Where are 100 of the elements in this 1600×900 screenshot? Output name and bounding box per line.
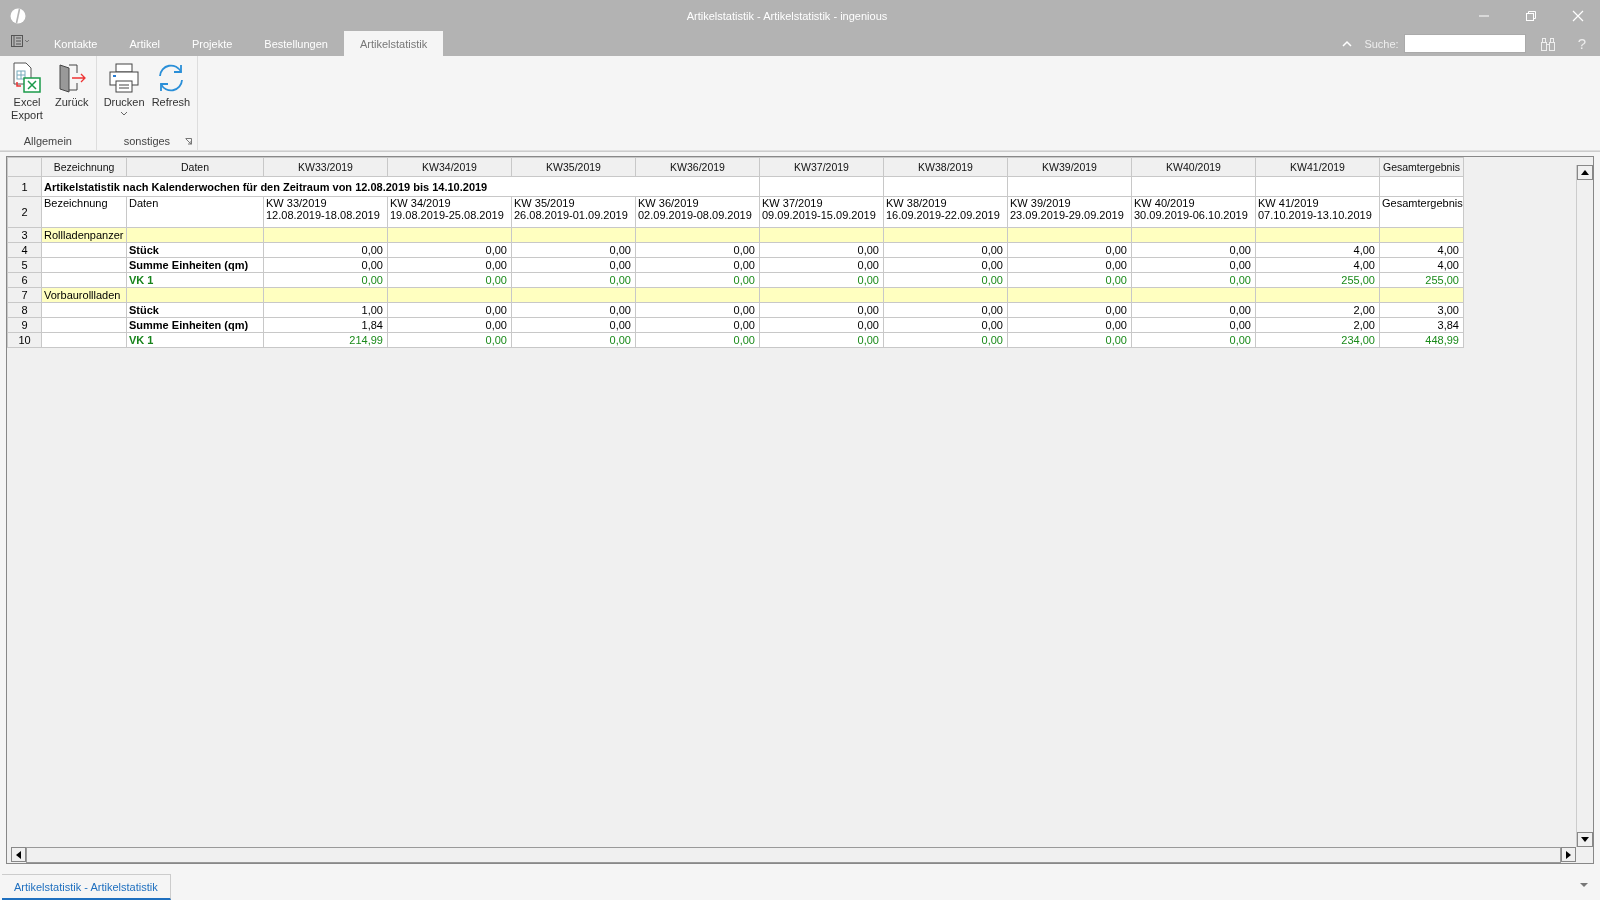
table-cell: 0,00 bbox=[387, 242, 512, 258]
column-header[interactable]: Daten bbox=[126, 157, 264, 177]
column-header[interactable]: KW33/2019 bbox=[263, 157, 388, 177]
table-cell: 0,00 bbox=[635, 257, 760, 273]
menu-tab[interactable]: Artikelstatistik bbox=[343, 31, 444, 56]
table-cell: 0,00 bbox=[883, 257, 1008, 273]
collapse-ribbon-icon[interactable] bbox=[1342, 39, 1353, 48]
ribbon-button[interactable]: Drucken bbox=[99, 60, 148, 118]
table-cell: 214,99 bbox=[263, 332, 388, 348]
table-cell: 0,00 bbox=[1131, 242, 1256, 258]
tab-list-caret-icon[interactable] bbox=[1580, 883, 1588, 888]
row-number: 2 bbox=[7, 196, 42, 228]
scroll-right-button[interactable] bbox=[1561, 847, 1576, 862]
ribbon-group-label: Allgemein bbox=[23, 135, 72, 147]
app-logo-icon bbox=[10, 7, 26, 24]
table-cell: 0,00 bbox=[759, 332, 884, 348]
table-cell: 0,00 bbox=[511, 272, 636, 288]
column-header[interactable]: KW37/2019 bbox=[759, 157, 884, 177]
table-cell: KW 34/2019 19.08.2019-25.08.2019 bbox=[387, 196, 512, 228]
table-cell: KW 40/2019 30.09.2019-06.10.2019 bbox=[1131, 196, 1256, 228]
excel-export-icon bbox=[11, 62, 43, 94]
column-header[interactable]: KW34/2019 bbox=[387, 157, 512, 177]
search-field[interactable] bbox=[1403, 34, 1526, 53]
table-cell: 0,00 bbox=[1131, 317, 1256, 333]
table-cell: 0,00 bbox=[387, 272, 512, 288]
table-cell: 0,00 bbox=[263, 242, 388, 258]
column-header[interactable]: KW41/2019 bbox=[1255, 157, 1380, 177]
table-cell: 4,00 bbox=[1255, 242, 1380, 258]
table-cell: 448,99 bbox=[1379, 332, 1464, 348]
table-cell: 0,00 bbox=[883, 242, 1008, 258]
table-cell: 0,00 bbox=[387, 302, 512, 318]
table-cell: 0,00 bbox=[635, 242, 760, 258]
table-cell: Daten bbox=[126, 196, 264, 228]
table-cell: 0,00 bbox=[635, 272, 760, 288]
window-title: Artikelstatistik - Artikelstatistik - ingenious bbox=[685, 9, 889, 22]
table-cell: 0,00 bbox=[1131, 302, 1256, 318]
up-arrow-icon bbox=[1581, 170, 1589, 175]
table-cell: Gesamtergebnis bbox=[1379, 196, 1464, 228]
table-cell: 0,00 bbox=[1007, 302, 1132, 318]
table-cell: KW 35/2019 26.08.2019-01.09.2019 bbox=[511, 196, 636, 228]
table-cell: 0,00 bbox=[635, 332, 760, 348]
table-cell: 0,00 bbox=[759, 302, 884, 318]
table-cell: 4,00 bbox=[1379, 257, 1464, 273]
table-cell: Bezeichnung bbox=[41, 196, 127, 228]
table-cell: 0,00 bbox=[883, 317, 1008, 333]
table-cell: 0,00 bbox=[387, 332, 512, 348]
table-cell: 0,00 bbox=[511, 302, 636, 318]
ribbon-button[interactable]: Refresh bbox=[147, 60, 195, 111]
column-header[interactable]: KW40/2019 bbox=[1131, 157, 1256, 177]
table-cell: 0,00 bbox=[759, 272, 884, 288]
table-cell: 0,00 bbox=[883, 272, 1008, 288]
search-label: Suche: bbox=[1364, 37, 1399, 50]
table-cell: KW 38/2019 16.09.2019-22.09.2019 bbox=[883, 196, 1008, 228]
printer-icon bbox=[107, 62, 140, 94]
horizontal-scrollbar-thumb[interactable] bbox=[26, 847, 1561, 863]
table-cell: KW 36/2019 02.09.2019-08.09.2019 bbox=[635, 196, 760, 228]
table-cell: KW 33/2019 12.08.2019-18.08.2019 bbox=[263, 196, 388, 228]
row-number: 1 bbox=[7, 176, 42, 197]
column-header[interactable]: Bezeichnung bbox=[41, 157, 127, 177]
close-icon[interactable] bbox=[1572, 9, 1584, 22]
table-cell: 2,00 bbox=[1255, 317, 1380, 333]
column-header[interactable]: KW36/2019 bbox=[635, 157, 760, 177]
table-cell: 0,00 bbox=[883, 332, 1008, 348]
table-cell: 0,00 bbox=[1131, 257, 1256, 273]
table-cell: 0,00 bbox=[511, 257, 636, 273]
table-cell: Summe Einheiten (qm) bbox=[126, 317, 264, 333]
scroll-down-button[interactable] bbox=[1577, 832, 1593, 847]
restore-icon[interactable] bbox=[1525, 9, 1537, 22]
table-cell: 0,00 bbox=[263, 257, 388, 273]
scroll-up-button[interactable] bbox=[1577, 165, 1593, 180]
dialog-launcher-icon[interactable] bbox=[185, 138, 193, 145]
table-cell: 2,00 bbox=[1255, 302, 1380, 318]
table-cell: 0,00 bbox=[387, 317, 512, 333]
table-cell: 234,00 bbox=[1255, 332, 1380, 348]
column-header[interactable]: KW38/2019 bbox=[883, 157, 1008, 177]
table-cell: 1,84 bbox=[263, 317, 388, 333]
column-header[interactable]: KW39/2019 bbox=[1007, 157, 1132, 177]
table-cell: 3,00 bbox=[1379, 302, 1464, 318]
table-cell: 0,00 bbox=[635, 317, 760, 333]
table-cell: 0,00 bbox=[1007, 242, 1132, 258]
table-cell: 4,00 bbox=[1379, 242, 1464, 258]
column-header[interactable]: KW35/2019 bbox=[511, 157, 636, 177]
app-menu-icon[interactable] bbox=[10, 33, 32, 48]
ribbon-button[interactable]: Zurück bbox=[51, 60, 93, 111]
table-cell: KW 39/2019 23.09.2019-29.09.2019 bbox=[1007, 196, 1132, 228]
table-cell: 4,00 bbox=[1255, 257, 1380, 273]
ribbon-button[interactable]: Excel Export bbox=[3, 60, 51, 124]
table-cell: 0,00 bbox=[387, 257, 512, 273]
table-cell: 0,00 bbox=[511, 317, 636, 333]
document-tab[interactable]: Artikelstatistik - Artikelstatistik bbox=[2, 874, 171, 900]
column-header[interactable]: Gesamtergebnis bbox=[1379, 157, 1464, 177]
table-cell: 0,00 bbox=[511, 242, 636, 258]
ribbon-group-label: sonstiges bbox=[123, 135, 171, 147]
table-cell: 0,00 bbox=[1007, 257, 1132, 273]
table-cell: 0,00 bbox=[635, 302, 760, 318]
table-cell: 0,00 bbox=[759, 317, 884, 333]
table-cell: VK 1 bbox=[126, 332, 264, 348]
scroll-left-button[interactable] bbox=[11, 847, 26, 862]
table-cell: 3,84 bbox=[1379, 317, 1464, 333]
table-cell: 0,00 bbox=[883, 302, 1008, 318]
